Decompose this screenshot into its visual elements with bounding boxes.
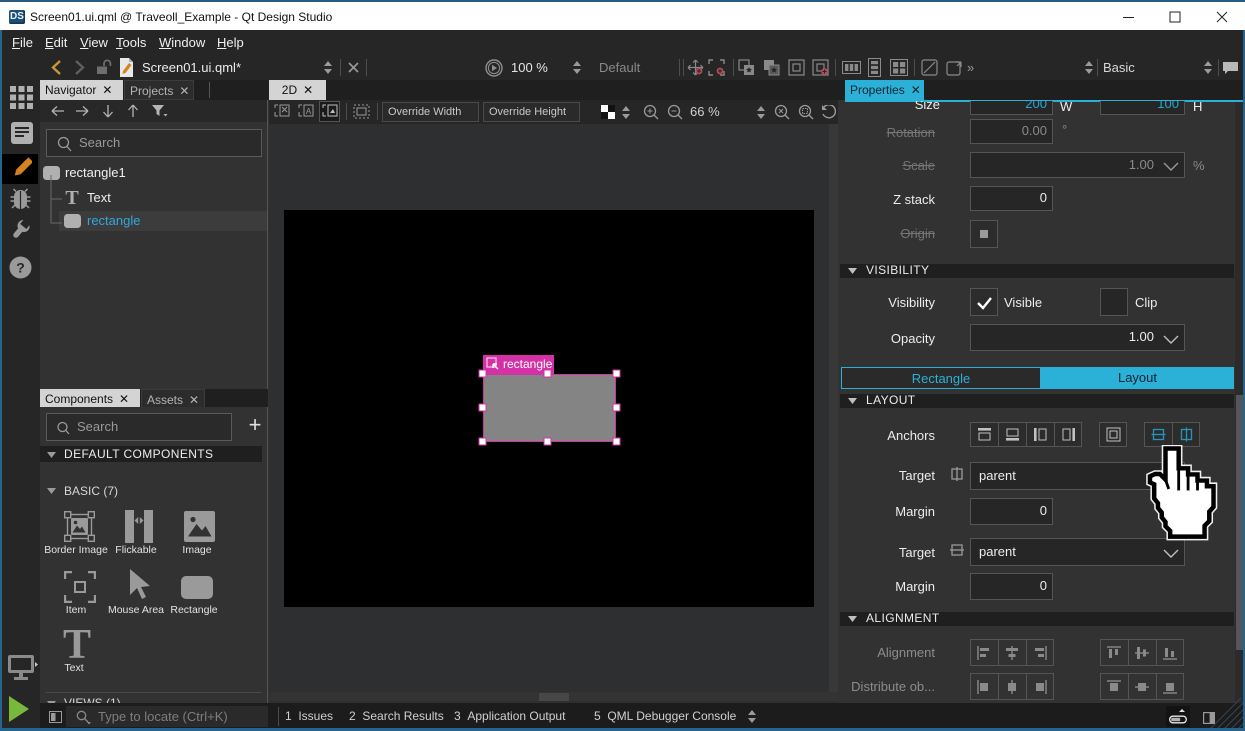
svg-text:A: A <box>306 107 312 116</box>
svg-text:?: ? <box>16 260 25 276</box>
svg-text:T: T <box>63 628 91 662</box>
